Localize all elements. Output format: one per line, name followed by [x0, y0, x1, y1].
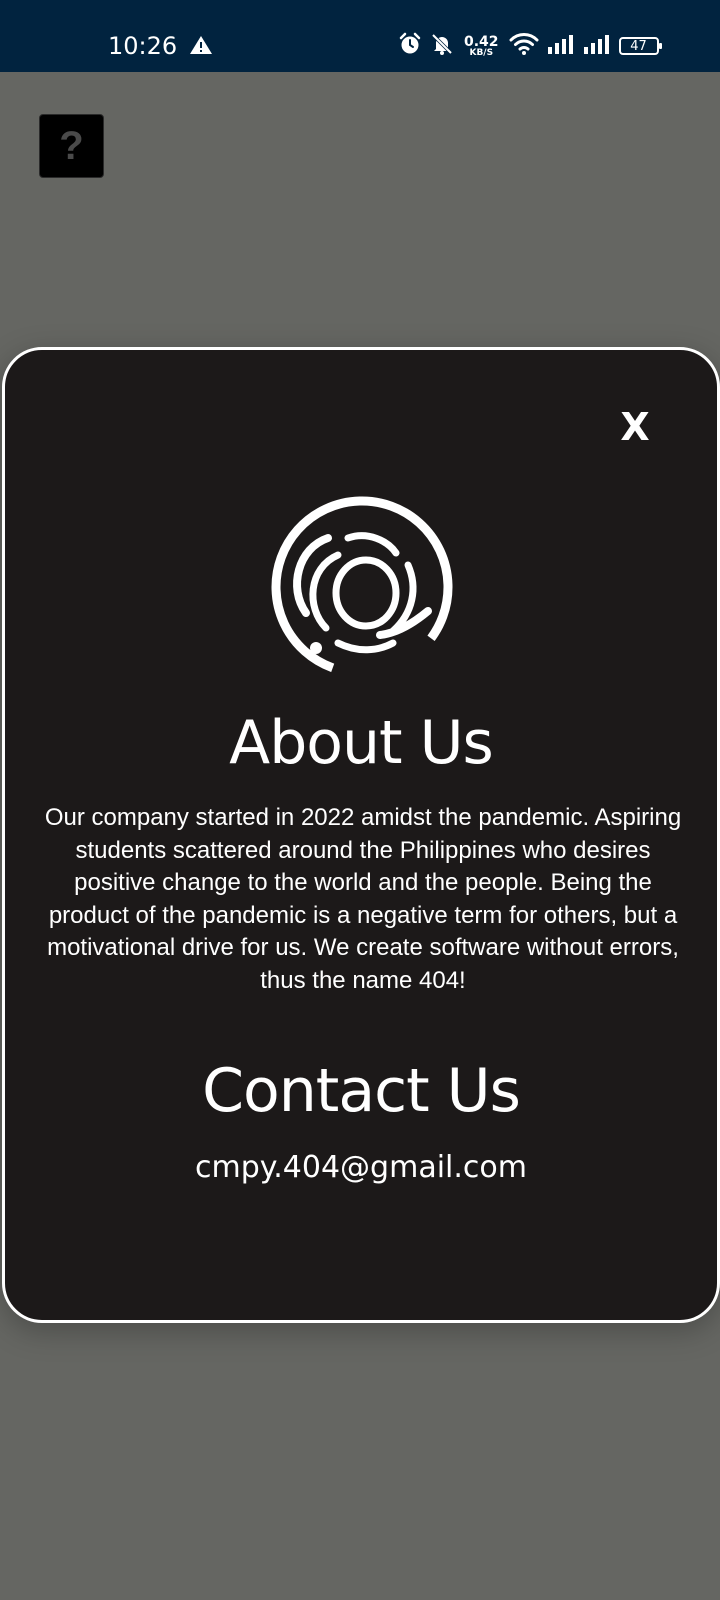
status-bar: 10:26 0.42 KB/S 47 — [0, 0, 720, 72]
help-button[interactable]: ? — [39, 114, 104, 178]
contact-email: cmpy.404@gmail.com — [195, 1150, 527, 1185]
battery-icon: 47 — [618, 37, 662, 55]
close-icon: X — [620, 405, 650, 449]
status-time: 10:26 — [108, 32, 178, 60]
about-title: About Us — [229, 708, 494, 778]
wifi-icon — [509, 32, 539, 61]
battery-level: 47 — [630, 38, 647, 54]
close-button[interactable]: X — [613, 405, 657, 449]
about-modal: X About Us Our company started in 2022 a… — [2, 347, 720, 1323]
network-speed-unit: KB/S — [469, 47, 494, 58]
help-button-label: ? — [59, 123, 84, 168]
network-speed-value: 0.42 — [464, 33, 499, 50]
mute-icon — [430, 32, 454, 61]
warning-icon — [189, 35, 213, 60]
company-logo-icon — [271, 496, 453, 678]
alarm-icon — [398, 32, 422, 61]
network-speed: 0.42 KB/S — [464, 35, 499, 58]
signal-icon — [547, 33, 575, 60]
signal-icon — [583, 33, 611, 60]
about-description: Our company started in 2022 amidst the p… — [44, 804, 682, 994]
contact-title: Contact Us — [202, 1056, 521, 1126]
status-icons: 0.42 KB/S 47 — [398, 30, 662, 62]
